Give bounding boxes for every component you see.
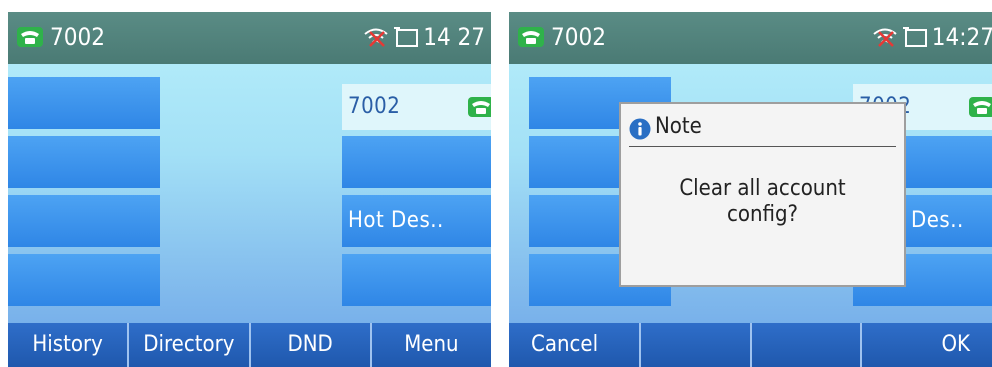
dialog-message-line2: config?	[726, 202, 799, 227]
confirm-dialog: Note Clear all account config?	[619, 102, 906, 287]
status-bar: 7002 14:27	[509, 12, 992, 64]
softkey-empty-2	[639, 323, 749, 367]
phone-screen-idle: 7002 14 27 7002 Hot Des.. History Direct…	[8, 12, 491, 367]
network-off-icon	[873, 28, 897, 47]
info-icon	[629, 118, 651, 140]
softkey-bar: History Directory DND Menu	[8, 323, 491, 367]
dialog-message: Clear all account config?	[621, 176, 904, 228]
dialog-divider	[629, 146, 896, 147]
line-key-left-2[interactable]	[8, 136, 160, 188]
softkey-empty-3	[749, 323, 860, 367]
softkey-dnd[interactable]: DND	[248, 323, 370, 367]
network-off-icon	[364, 28, 388, 47]
dialog-title: Note	[655, 114, 702, 139]
phone-icon	[969, 97, 992, 117]
line-key-label: 7002	[348, 94, 401, 119]
phone-icon	[518, 27, 544, 47]
softkey-cancel[interactable]: Cancel	[509, 323, 639, 367]
phone-icon	[17, 27, 43, 47]
phone-screen-dialog: 7002 14:27 7002 Des.	[509, 12, 992, 367]
line-key-right-4[interactable]	[342, 254, 491, 306]
dialog-message-line1: Clear all account	[679, 176, 846, 201]
dialog-header: Note	[621, 104, 904, 148]
line-key-left-4[interactable]	[8, 254, 160, 306]
line-key-label: Des..	[911, 208, 964, 233]
status-time: 14 27	[423, 23, 485, 51]
softkey-ok[interactable]: OK	[859, 323, 992, 367]
status-bar: 7002 14 27	[8, 12, 491, 64]
softkey-bar: Cancel OK	[509, 323, 992, 367]
phone-icon	[468, 97, 491, 117]
display-icon	[902, 27, 927, 47]
line-key-right-2[interactable]	[342, 136, 491, 188]
line-key-hot-desking[interactable]: Hot Des..	[342, 195, 491, 247]
status-extension: 7002	[50, 23, 105, 51]
status-time: 14:27	[931, 23, 992, 51]
softkey-history[interactable]: History	[8, 323, 127, 367]
line-key-left-1[interactable]	[8, 77, 160, 129]
line-key-label: Hot Des..	[348, 208, 444, 233]
softkey-directory[interactable]: Directory	[127, 323, 248, 367]
line-key-account[interactable]: 7002	[342, 84, 491, 130]
softkey-menu[interactable]: Menu	[369, 323, 491, 367]
status-extension: 7002	[551, 23, 606, 51]
line-key-left-3[interactable]	[8, 195, 160, 247]
display-icon	[394, 27, 419, 47]
